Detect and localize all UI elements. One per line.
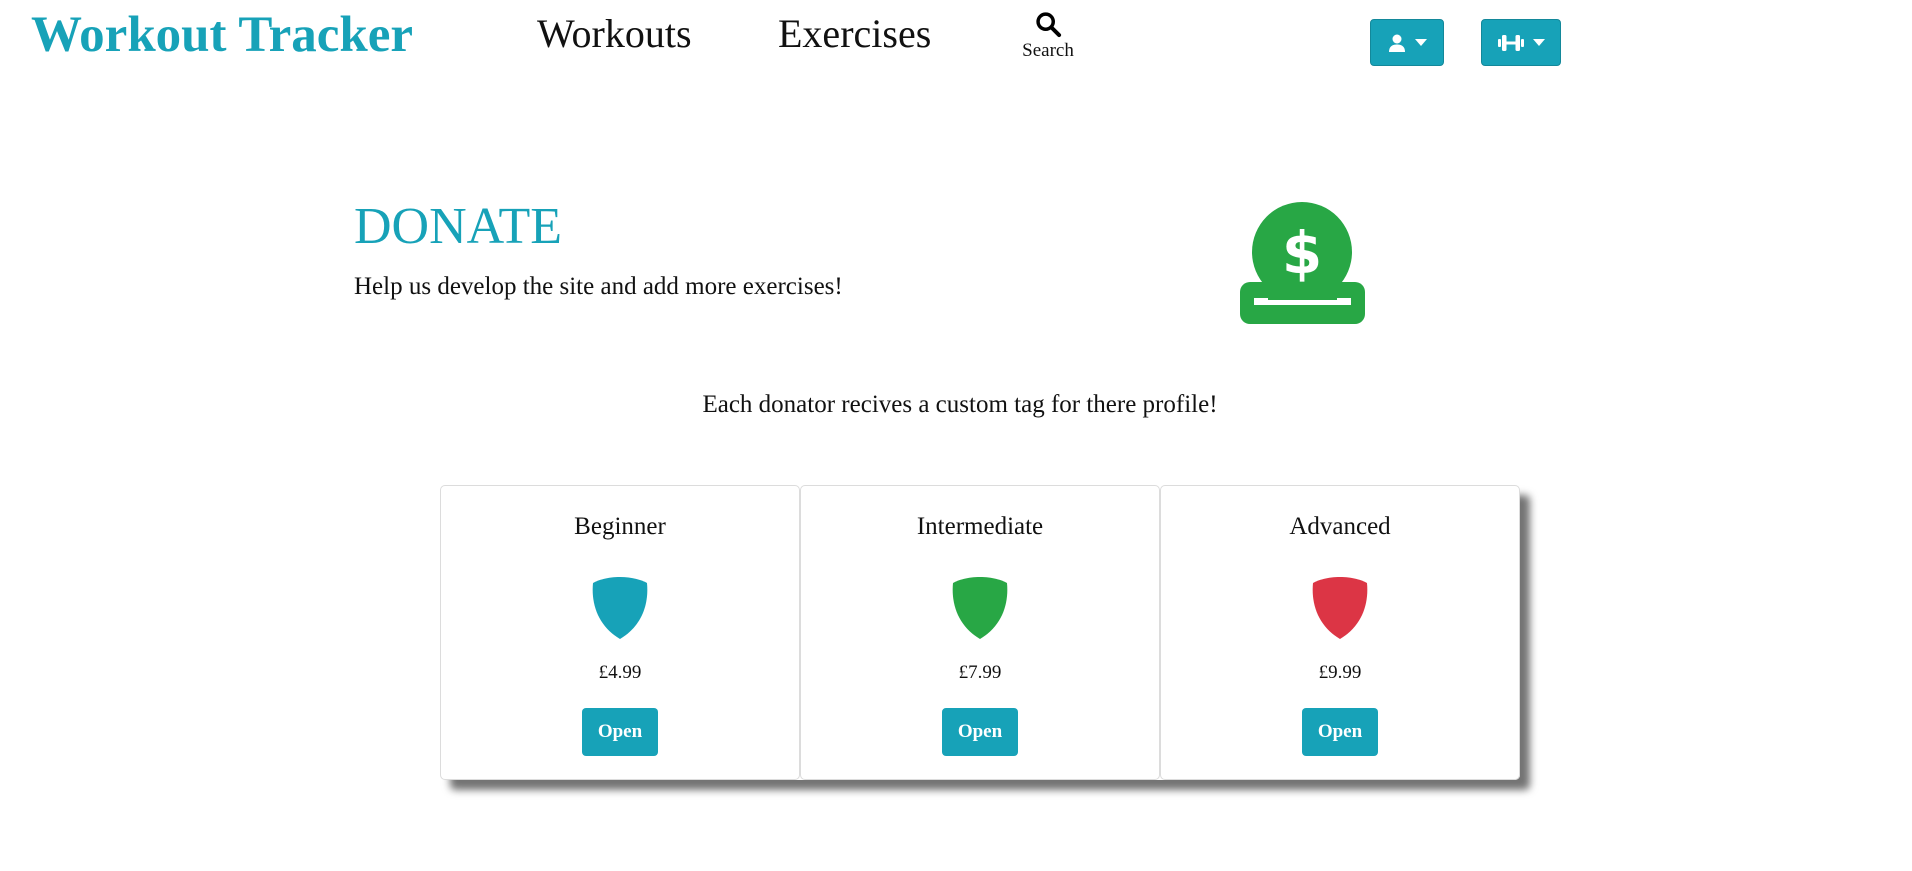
user-icon: [1389, 34, 1405, 52]
search-label: Search: [1022, 40, 1074, 61]
tier-price: £9.99: [1318, 662, 1362, 683]
nav-link-exercises[interactable]: Exercises: [778, 10, 931, 58]
open-button[interactable]: Open: [582, 708, 658, 756]
chevron-down-icon: [1533, 39, 1545, 46]
tier-price: £4.99: [598, 662, 642, 683]
search-button[interactable]: Search: [1012, 10, 1084, 62]
open-button[interactable]: Open: [942, 708, 1018, 756]
search-icon: [1036, 12, 1062, 38]
brand-logo[interactable]: Workout Tracker: [31, 5, 413, 66]
user-menu-button[interactable]: [1370, 19, 1444, 66]
shield-icon: [1312, 577, 1368, 639]
navbar: Workout Tracker Workouts Exercises Searc…: [0, 0, 1912, 80]
nav-link-workouts[interactable]: Workouts: [537, 10, 692, 58]
chevron-down-icon: [1415, 39, 1427, 46]
shield-icon: [952, 577, 1008, 639]
svg-text:$: $: [1282, 219, 1322, 287]
tier-price: £7.99: [958, 662, 1002, 683]
tier-card-beginner: Beginner £4.99 Open: [440, 485, 800, 780]
tag-note: Each donator recives a custom tag for th…: [702, 391, 1218, 418]
page-title: DONATE: [354, 198, 562, 255]
hand-holding-dollar-icon: $: [1240, 200, 1365, 330]
tier-title: Beginner: [574, 513, 666, 540]
open-button[interactable]: Open: [1302, 708, 1378, 756]
workout-menu-button[interactable]: [1481, 19, 1561, 66]
tier-card-advanced: Advanced £9.99 Open: [1160, 485, 1520, 780]
shield-icon: [592, 577, 648, 639]
donation-tiers: Beginner £4.99 Open Intermediate £7.99 O…: [440, 485, 1520, 780]
tier-title: Advanced: [1289, 513, 1391, 540]
tier-card-intermediate: Intermediate £7.99 Open: [800, 485, 1160, 780]
donate-subtitle: Help us develop the site and add more ex…: [354, 273, 843, 300]
tier-title: Intermediate: [916, 513, 1044, 540]
dumbbell-icon: [1498, 34, 1524, 51]
